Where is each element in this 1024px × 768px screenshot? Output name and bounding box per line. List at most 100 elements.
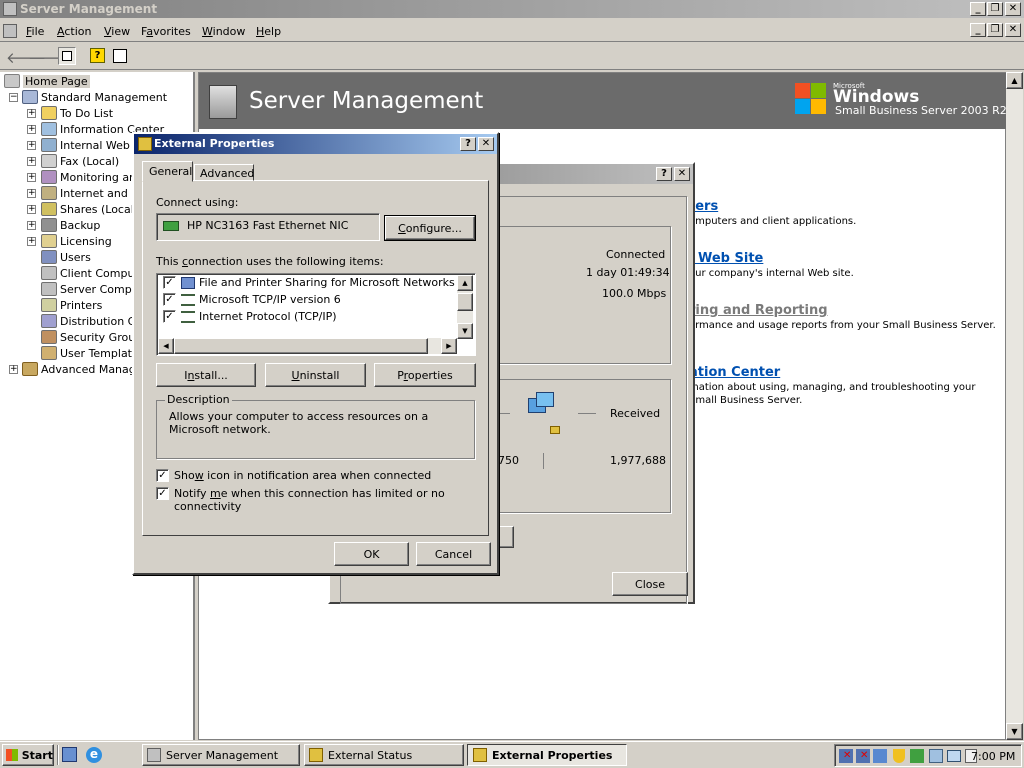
- list-scroll-down[interactable]: ▼: [457, 323, 473, 339]
- mdi-close-button[interactable]: ✕: [1005, 23, 1021, 37]
- properties-label: Properties: [397, 368, 453, 382]
- menu-action[interactable]: Action: [57, 25, 91, 38]
- tree-item[interactable]: Shares (Local): [41, 201, 138, 217]
- security-shield-icon[interactable]: [893, 749, 905, 763]
- tree-item[interactable]: Fax (Local): [41, 153, 119, 169]
- tab-advanced[interactable]: Advanced: [194, 164, 254, 181]
- item-checkbox[interactable]: ✓: [163, 293, 176, 306]
- notify-checkbox[interactable]: ✓: [156, 487, 169, 500]
- status-value: Connected: [606, 248, 666, 261]
- ie-icon[interactable]: e: [86, 747, 102, 763]
- content-link-title[interactable]: ation Center: [689, 365, 780, 380]
- tree-item[interactable]: Security Group: [41, 329, 142, 345]
- tree-item-standard-management[interactable]: Standard Management: [22, 89, 167, 105]
- task-external-properties[interactable]: External Properties: [467, 744, 627, 766]
- item-checkbox[interactable]: ✓: [163, 310, 176, 323]
- expand-advanced-icon[interactable]: +: [9, 365, 18, 374]
- tree-item[interactable]: Internet and E: [41, 185, 138, 201]
- tree-item[interactable]: Backup: [41, 217, 100, 233]
- cancel-button[interactable]: Cancel: [416, 542, 491, 566]
- expand-3-icon[interactable]: +: [27, 157, 36, 166]
- main-title-bar[interactable]: Server Management _ ❐ ✕: [0, 0, 1024, 18]
- list-scroll-right[interactable]: ▶: [441, 338, 457, 354]
- tree-item[interactable]: To Do List: [41, 105, 113, 121]
- tree-item[interactable]: User Template: [41, 345, 139, 361]
- ok-button[interactable]: OK: [334, 542, 409, 566]
- tree-item[interactable]: Client Compute: [41, 265, 146, 281]
- list-scroll-thumb[interactable]: [457, 293, 473, 311]
- expand-2-icon[interactable]: +: [27, 141, 36, 150]
- update-icon[interactable]: [910, 749, 924, 763]
- props-title-text: External Properties: [154, 137, 275, 150]
- mdi-minimize-button[interactable]: _: [970, 23, 986, 37]
- network-connected-icon[interactable]: [873, 749, 887, 763]
- tree-item[interactable]: Licensing: [41, 233, 112, 249]
- network-disconnected-icon[interactable]: ✕: [839, 749, 853, 763]
- expand-4-icon[interactable]: +: [27, 173, 36, 182]
- items-list[interactable]: ✓ File and Printer Sharing for Microsoft …: [156, 273, 476, 356]
- wireless-icon[interactable]: [929, 749, 943, 763]
- menu-file[interactable]: File: [26, 25, 44, 38]
- tab-general[interactable]: General: [142, 161, 193, 182]
- uninstall-button[interactable]: Uninstall: [265, 363, 366, 387]
- list-scroll-left[interactable]: ◀: [158, 338, 174, 354]
- props-close-button[interactable]: ✕: [478, 137, 494, 151]
- install-button[interactable]: Install...: [156, 363, 256, 387]
- network-error-icon[interactable]: ✕: [856, 749, 870, 763]
- show-icon-checkbox[interactable]: ✓: [156, 469, 169, 482]
- help-icon[interactable]: ?: [90, 48, 105, 63]
- tree-item[interactable]: Printers: [41, 297, 102, 313]
- task-external-status[interactable]: External Status: [304, 744, 464, 766]
- collapse-standard-icon[interactable]: −: [9, 93, 18, 102]
- tree-item[interactable]: Internal Web S: [41, 137, 140, 153]
- tree-item-label: Shares (Local): [60, 202, 139, 216]
- menu-view[interactable]: View: [104, 25, 130, 38]
- status-close-button[interactable]: ✕: [674, 167, 690, 181]
- tree-item-advanced-management[interactable]: Advanced Manage: [22, 361, 143, 377]
- tree-item[interactable]: Server Compu: [41, 281, 139, 297]
- props-title-bar[interactable]: External Properties ? ✕: [134, 134, 497, 154]
- expand-7-icon[interactable]: +: [27, 221, 36, 230]
- tree-item-home-page[interactable]: Home Page: [4, 73, 90, 89]
- expand-1-icon[interactable]: +: [27, 125, 36, 134]
- start-button[interactable]: Start: [2, 744, 54, 766]
- content-scrollbar[interactable]: ▲ ▼: [1006, 72, 1023, 740]
- status-close-dialog-button[interactable]: Close: [612, 572, 688, 596]
- clock[interactable]: 7:00 PM: [971, 750, 1015, 763]
- tree-item[interactable]: Distribution Gr: [41, 313, 141, 329]
- task-server-management[interactable]: Server Management: [142, 744, 300, 766]
- minimize-button[interactable]: _: [970, 2, 986, 16]
- scroll-up-button[interactable]: ▲: [1006, 72, 1023, 89]
- item-label: Internet Protocol (TCP/IP): [199, 310, 337, 323]
- close-button[interactable]: ✕: [1005, 2, 1021, 16]
- show-desktop-icon[interactable]: [62, 747, 77, 762]
- list-hscroll[interactable]: ◀ ▶: [158, 338, 457, 354]
- show-hide-tree-icon[interactable]: [58, 47, 76, 65]
- mdi-restore-button[interactable]: ❐: [987, 23, 1003, 37]
- props-help-button[interactable]: ?: [460, 137, 476, 151]
- restore-button[interactable]: ❐: [987, 2, 1003, 16]
- properties-icon[interactable]: [113, 49, 127, 63]
- configure-button[interactable]: Configure...: [384, 215, 476, 241]
- list-vscroll[interactable]: ▲ ▼: [457, 275, 473, 339]
- menu-favorites[interactable]: Favorites: [141, 25, 191, 38]
- scroll-down-button[interactable]: ▼: [1006, 723, 1023, 740]
- expand-8-icon[interactable]: +: [27, 237, 36, 246]
- tree-item-icon: [41, 346, 57, 360]
- tree-item[interactable]: Users: [41, 249, 91, 265]
- properties-button[interactable]: Properties: [374, 363, 476, 387]
- status-help-button[interactable]: ?: [656, 167, 672, 181]
- expand-6-icon[interactable]: +: [27, 205, 36, 214]
- list-hscroll-thumb[interactable]: [174, 338, 428, 354]
- expand-0-icon[interactable]: +: [27, 109, 36, 118]
- monitor-icon[interactable]: [947, 750, 961, 762]
- content-link-title[interactable]: ring and Reporting: [689, 303, 828, 318]
- menu-help[interactable]: Help: [256, 25, 281, 38]
- content-link-title[interactable]: l Web Site: [689, 251, 763, 266]
- advanced-icon: [22, 362, 38, 376]
- item-checkbox[interactable]: ✓: [163, 276, 176, 289]
- expand-5-icon[interactable]: +: [27, 189, 36, 198]
- menu-window[interactable]: Window: [202, 25, 245, 38]
- list-scroll-up[interactable]: ▲: [457, 275, 473, 291]
- tree-item[interactable]: Monitoring and: [41, 169, 143, 185]
